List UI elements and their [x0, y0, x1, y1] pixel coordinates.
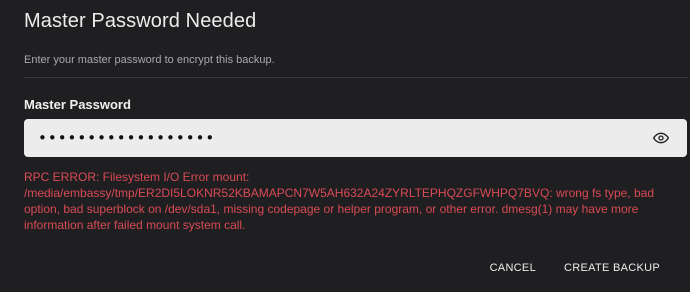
- master-password-input[interactable]: [24, 119, 624, 157]
- master-password-dialog: Master Password Needed Enter your master…: [0, 0, 690, 292]
- error-message: RPC ERROR: Filesystem I/O Error mount: /…: [24, 170, 654, 232]
- dialog-actions: CANCEL CREATE BACKUP: [490, 262, 660, 274]
- dialog-title: Master Password Needed: [24, 10, 257, 32]
- eye-icon[interactable]: [653, 130, 669, 146]
- dialog-subtitle: Enter your master password to encrypt th…: [24, 54, 275, 66]
- create-backup-button[interactable]: CREATE BACKUP: [564, 262, 660, 274]
- master-password-field-wrapper: [24, 119, 687, 157]
- divider: [24, 77, 688, 78]
- master-password-label: Master Password: [24, 97, 131, 112]
- cancel-button[interactable]: CANCEL: [490, 262, 536, 274]
